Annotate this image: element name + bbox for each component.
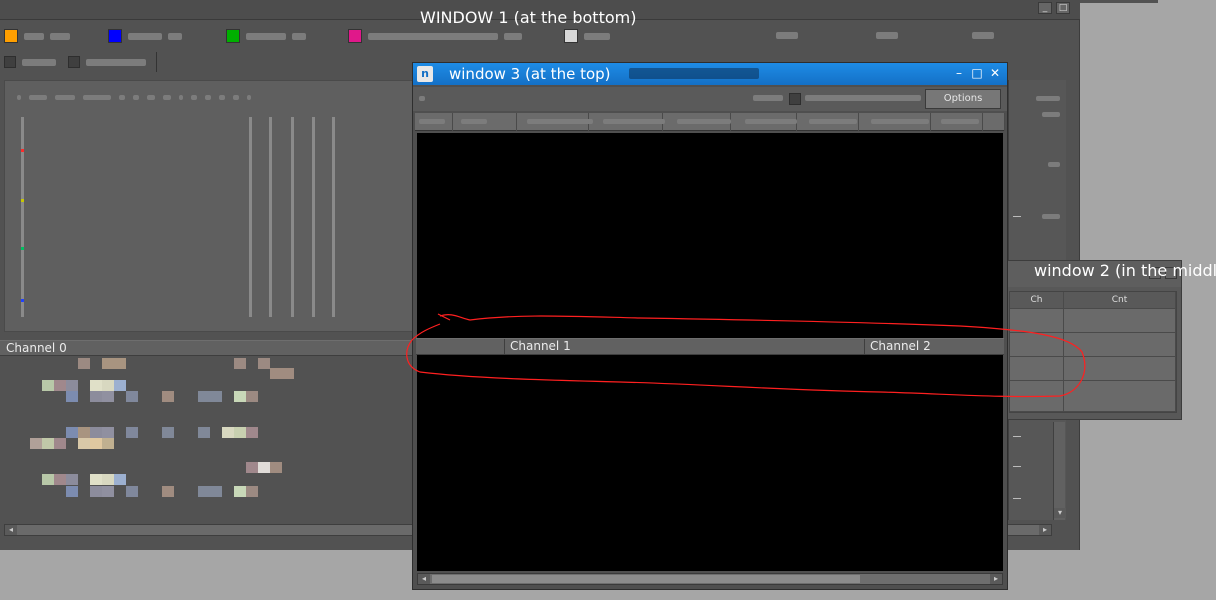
option-checkbox[interactable] xyxy=(4,56,56,68)
channel-header-strip: Channel 1 Channel 2 xyxy=(416,338,1004,355)
window-2-label: window 2 (in the middle) xyxy=(1034,261,1216,280)
app-icon[interactable]: n xyxy=(417,66,433,82)
maximize-button[interactable]: □ xyxy=(1056,2,1070,14)
legend-item[interactable] xyxy=(4,28,70,44)
window-2-table: Ch Cnt xyxy=(1009,291,1177,413)
close-icon[interactable]: ✕ xyxy=(987,66,1003,81)
window-2: Ch Cnt xyxy=(1004,260,1182,420)
table-cell[interactable] xyxy=(1010,333,1064,357)
legend-row xyxy=(0,24,1080,48)
level-meter xyxy=(21,117,24,317)
table-cell[interactable] xyxy=(1064,381,1176,412)
legend-item[interactable] xyxy=(108,28,182,44)
level-plot xyxy=(4,80,414,332)
level-meter xyxy=(312,117,315,317)
channel-1-label[interactable]: Channel 1 xyxy=(504,339,864,355)
legend-item[interactable] xyxy=(564,28,610,44)
table-cell[interactable] xyxy=(1064,333,1176,357)
options-button[interactable]: Options xyxy=(925,89,1001,109)
plot-header xyxy=(17,95,251,100)
pixelated-data-area xyxy=(4,358,414,520)
vertical-scrollbar[interactable]: ▾ xyxy=(1053,422,1066,520)
legend-item[interactable] xyxy=(226,28,306,44)
table-header-cell[interactable]: Ch xyxy=(1010,292,1064,309)
legend-swatch xyxy=(4,29,18,43)
window-3: n window 3 (at the top) – □ ✕ Options ◂ … xyxy=(412,62,1008,590)
window-3-toolbar: Options xyxy=(413,87,1007,111)
window-3-title: window 3 (at the top) xyxy=(449,65,611,83)
control-row xyxy=(0,52,420,74)
window-1-label: WINDOW 1 (at the bottom) xyxy=(420,8,637,27)
window-3-titlebar[interactable]: n window 3 (at the top) – □ ✕ xyxy=(413,63,1007,85)
scrollbar-thumb[interactable] xyxy=(432,575,860,583)
checkbox[interactable] xyxy=(4,56,16,68)
level-meter xyxy=(249,117,252,317)
level-meter xyxy=(269,117,272,317)
arrow-left-icon[interactable]: ◂ xyxy=(5,525,17,535)
legend-swatch xyxy=(348,29,362,43)
maximize-button[interactable]: □ xyxy=(969,66,985,81)
minimize-button[interactable]: _ xyxy=(1038,2,1052,14)
arrow-left-icon[interactable]: ◂ xyxy=(418,574,430,584)
legend-swatch xyxy=(226,29,240,43)
window-3-subtitle xyxy=(629,68,759,79)
arrow-right-icon[interactable]: ▸ xyxy=(1039,525,1051,535)
level-meter xyxy=(291,117,294,317)
option-checkbox[interactable] xyxy=(68,56,146,68)
table-cell[interactable] xyxy=(1010,357,1064,381)
legend-swatch xyxy=(564,29,578,43)
table-cell[interactable] xyxy=(1010,309,1064,333)
column-header[interactable] xyxy=(983,113,1005,131)
minimize-button[interactable]: – xyxy=(951,66,967,81)
horizontal-scrollbar[interactable]: ◂ ▸ xyxy=(417,573,1003,585)
table-cell[interactable] xyxy=(1010,381,1064,412)
checkbox[interactable] xyxy=(789,93,801,105)
checkbox[interactable] xyxy=(68,56,80,68)
table-header-cell[interactable]: Cnt xyxy=(1064,292,1176,309)
arrow-right-icon[interactable]: ▸ xyxy=(990,574,1002,584)
channel-0-label[interactable]: Channel 0 xyxy=(0,341,412,357)
level-meter xyxy=(332,117,335,317)
table-cell[interactable] xyxy=(1064,357,1176,381)
table-cell[interactable] xyxy=(1064,309,1176,333)
legend-item[interactable] xyxy=(348,28,522,44)
arrow-down-icon[interactable]: ▾ xyxy=(1054,508,1066,518)
channel-2-label[interactable]: Channel 2 xyxy=(864,339,1004,355)
window-3-column-header xyxy=(415,113,1005,131)
legend-swatch xyxy=(108,29,122,43)
